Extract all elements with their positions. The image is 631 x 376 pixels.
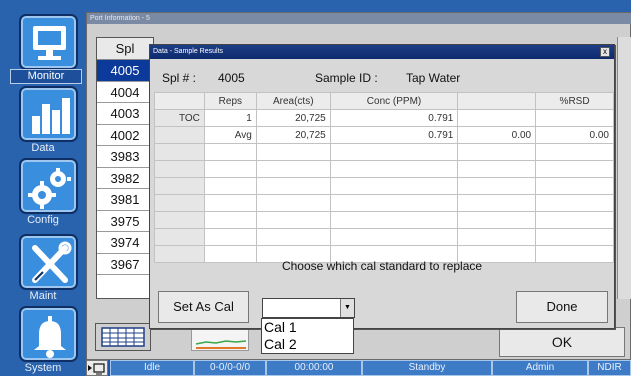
results-table: Reps Area(cts) Conc (PPM) %RSD TOC 1 20,… (154, 92, 614, 263)
bell-icon (34, 316, 66, 358)
set-as-cal-button[interactable]: Set As Cal (158, 291, 249, 323)
nav-label-maint: Maint (29, 290, 57, 302)
table-row (154, 194, 614, 212)
table-cell: 0.00 (457, 126, 537, 144)
status-state: Idle (110, 360, 194, 376)
sample-row[interactable]: 3975 (97, 211, 153, 232)
sample-results-dialog: Data - Sample Results x Spl # : 4005 Sam… (149, 44, 615, 329)
status-mode: Standby (362, 360, 492, 376)
table-view-button[interactable] (95, 323, 151, 351)
bar-chart-icon (32, 98, 70, 134)
sample-row[interactable]: 3983 (97, 146, 153, 168)
done-button[interactable]: Done (516, 291, 608, 323)
nav-label-data: Data (31, 142, 55, 154)
table-cell (154, 126, 205, 144)
chevron-down-icon[interactable]: ▼ (340, 299, 354, 317)
table-cell: 0.00 (535, 126, 614, 144)
status-user: Admin (492, 360, 588, 376)
table-row (154, 228, 614, 246)
sample-row[interactable]: 4004 (97, 82, 153, 103)
table-row (154, 160, 614, 178)
sample-row[interactable]: 3981 (97, 189, 153, 211)
column-header: %RSD (535, 92, 614, 110)
ok-button[interactable]: OK (499, 327, 625, 357)
monitor-icon (33, 26, 66, 60)
sample-list: Spl 4005 4004 4003 4002 3983 3982 3981 3… (96, 37, 154, 299)
spl-value: 4005 (218, 71, 245, 85)
table-cell: 0.791 (329, 109, 459, 127)
sample-row[interactable]: 4002 (97, 125, 153, 146)
port-window-title: Port Information - 5 (87, 13, 631, 24)
dialog-title: Data - Sample Results (150, 45, 614, 59)
column-header: Conc (PPM) (329, 92, 459, 110)
table-row (154, 211, 614, 229)
port-scrollbar[interactable] (617, 37, 631, 299)
cal-instruction-text: Choose which cal standard to replace (281, 259, 483, 273)
table-row (154, 177, 614, 195)
status-bar: Idle 0-0/0-0/0 00:00:00 Standby Admin ND… (86, 360, 631, 376)
table-row: TOC 1 20,725 0.791 (154, 109, 614, 127)
sample-row[interactable]: 3974 (97, 232, 153, 254)
column-header (457, 92, 537, 110)
sample-row[interactable]: 4005 (97, 60, 153, 82)
status-time: 00:00:00 (266, 360, 362, 376)
table-cell: 20,725 (255, 109, 331, 127)
cal-standard-select[interactable]: ▼ (262, 298, 355, 318)
column-header (154, 92, 205, 110)
status-detector: NDIR (588, 360, 631, 376)
sample-row[interactable]: 4003 (97, 103, 153, 125)
cal-standard-dropdown-list: Cal 1 Cal 2 (261, 318, 354, 354)
nav-label-config: Config (27, 214, 59, 226)
sample-row[interactable]: 3982 (97, 168, 153, 189)
close-button[interactable]: x (600, 47, 610, 57)
results-header-row: Reps Area(cts) Conc (PPM) %RSD (154, 92, 614, 110)
cal-option[interactable]: Cal 1 (262, 319, 353, 336)
network-icon (86, 360, 108, 376)
table-cell (457, 109, 537, 127)
grid-icon (101, 327, 145, 347)
table-cell: 0.791 (329, 126, 459, 144)
sample-row[interactable]: 3967 (97, 254, 153, 275)
main-nav: Monitor Data Config Maint System (0, 0, 86, 376)
status-counter: 0-0/0-0/0 (194, 360, 266, 376)
app-root: Monitor Data Config Maint System Port In… (0, 0, 631, 376)
table-cell: Avg (203, 126, 257, 144)
nav-label-monitor: Monitor (10, 69, 82, 84)
monitor-nav-button[interactable] (19, 14, 78, 70)
data-nav-button[interactable] (19, 86, 78, 142)
nav-label-system: System (24, 362, 62, 374)
table-row (154, 143, 614, 161)
maint-nav-button[interactable] (19, 234, 78, 290)
table-row: Avg 20,725 0.791 0.00 0.00 (154, 126, 614, 144)
cal-option[interactable]: Cal 2 (262, 336, 353, 353)
sample-list-header: Spl (97, 38, 153, 60)
spl-label: Spl # : (162, 71, 197, 85)
column-header: Area(cts) (255, 92, 331, 110)
table-cell (535, 109, 614, 127)
config-nav-button[interactable] (19, 158, 78, 214)
sample-id-label: Sample ID : (315, 71, 378, 85)
tools-icon (32, 241, 72, 283)
table-cell: 20,725 (255, 126, 331, 144)
gears-icon (28, 168, 71, 209)
trend-graph-icon (195, 340, 247, 349)
column-header: Reps (203, 92, 257, 110)
table-cell: 1 (203, 109, 257, 127)
sample-id-value: Tap Water (406, 71, 461, 85)
table-cell: TOC (154, 109, 205, 127)
system-nav-button[interactable] (19, 306, 78, 362)
